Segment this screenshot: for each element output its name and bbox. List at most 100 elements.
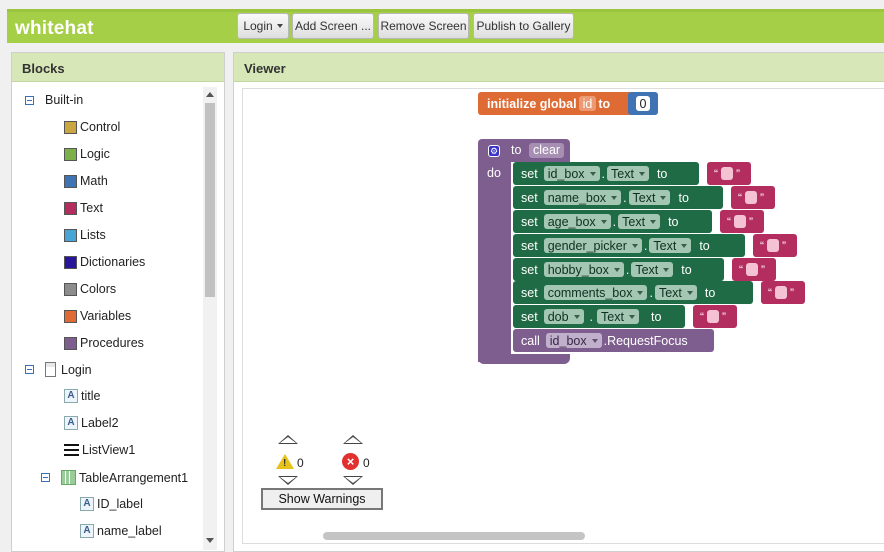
drawer-dictionaries[interactable]: Dictionaries [64, 255, 145, 269]
set-dob-text-block[interactable]: set dob . Text to [513, 305, 685, 328]
set-comments-box-text-block[interactable]: set comments_box . Text to [513, 281, 753, 304]
workspace-horizontal-scrollbar[interactable] [323, 532, 585, 540]
property-dropdown[interactable]: Text [607, 166, 649, 181]
empty-text-block[interactable]: “” [707, 162, 751, 185]
error-prev-arrow-icon[interactable] [343, 435, 363, 444]
initialize-global-block[interactable]: initialize global id to [478, 92, 632, 115]
property-dropdown[interactable]: Text [618, 214, 661, 229]
component-dropdown[interactable]: comments_box [543, 285, 648, 300]
quote-open: “ [727, 214, 731, 229]
drawer-text[interactable]: Text [64, 201, 103, 215]
set-label: set [521, 214, 538, 229]
login-screen-dropdown[interactable]: Login [237, 13, 289, 39]
global-var-name-field[interactable]: id [578, 96, 597, 111]
blocks-panel: Blocks Built-in Control Logic Math Text … [11, 52, 225, 552]
component-dropdown[interactable]: id_box [545, 333, 602, 348]
remove-screen-button[interactable]: Remove Screen [378, 13, 469, 39]
drawer-control[interactable]: Control [64, 120, 120, 134]
top-toolbar: whitehat Login Add Screen ... Remove Scr… [7, 9, 884, 43]
scroll-up-arrow-icon[interactable] [206, 92, 214, 97]
show-warnings-button[interactable]: Show Warnings [261, 488, 383, 510]
tree-builtin[interactable]: Built-in [25, 93, 83, 107]
mutator-gear-icon[interactable]: ⚙ [488, 145, 500, 157]
property-dropdown[interactable]: Text [597, 309, 639, 324]
empty-text-block[interactable]: “” [753, 234, 797, 257]
quote-close: ” [790, 285, 794, 300]
set-age-box-text-block[interactable]: set age_box . Text to [513, 210, 712, 233]
text-value-field[interactable] [775, 286, 787, 299]
warning-prev-arrow-icon[interactable] [278, 435, 298, 444]
drawer-math[interactable]: Math [64, 174, 108, 188]
quote-open: “ [739, 262, 743, 277]
text-swatch-icon [64, 201, 77, 215]
property-dropdown[interactable]: Text [631, 262, 674, 277]
set-label: set [521, 238, 538, 253]
tree-component-id-label[interactable]: A ID_label [80, 497, 143, 511]
tree-scrollbar[interactable] [203, 87, 217, 550]
text-value-field[interactable] [767, 239, 779, 252]
property-dropdown[interactable]: Text [654, 285, 697, 300]
tree-scrollbar-thumb[interactable] [205, 103, 215, 297]
error-next-arrow-icon[interactable] [343, 476, 363, 485]
text-value-field[interactable] [746, 263, 758, 276]
component-dropdown[interactable]: name_box [543, 190, 622, 205]
component-label: name_label [97, 524, 162, 538]
call-request-focus-block[interactable]: call id_box .RequestFocus [513, 329, 714, 352]
empty-text-block[interactable]: “” [693, 305, 737, 328]
drawer-label: Colors [80, 282, 117, 296]
blocks-workspace[interactable]: initialize global id to 0 ⚙ to clear do … [242, 88, 884, 544]
procedure-name-field[interactable]: clear [529, 143, 565, 158]
empty-text-block[interactable]: “” [720, 210, 764, 233]
set-name-box-text-block[interactable]: set name_box . Text to [513, 186, 723, 209]
tree-component-title[interactable]: Atitle [64, 389, 100, 403]
drawer-label: Control [80, 120, 121, 134]
dot-label: . [643, 238, 648, 253]
publish-to-gallery-button[interactable]: Publish to Gallery [473, 13, 574, 39]
empty-text-block[interactable]: “” [731, 186, 775, 209]
drawer-colors[interactable]: Colors [64, 282, 116, 296]
component-dropdown[interactable]: dob [543, 309, 584, 324]
text-value-field[interactable] [721, 167, 733, 180]
text-value-field[interactable] [707, 310, 719, 323]
number-value-field[interactable]: 0 [635, 96, 651, 111]
add-screen-button[interactable]: Add Screen ... [292, 13, 374, 39]
drawer-logic[interactable]: Logic [64, 147, 110, 161]
dot-label: . [623, 190, 627, 205]
drawer-lists[interactable]: Lists [64, 228, 106, 242]
property-dropdown[interactable]: Text [649, 238, 692, 253]
component-dropdown[interactable]: age_box [543, 214, 611, 229]
tree-component-tablearrangement1[interactable]: TableArrangement1 [41, 470, 188, 485]
component-dropdown[interactable]: id_box [543, 166, 600, 181]
empty-text-block[interactable]: “” [761, 281, 805, 304]
tree-component-listview1[interactable]: ListView1 [64, 443, 135, 457]
text-value-field[interactable] [734, 215, 746, 228]
drawer-procedures[interactable]: Procedures [64, 336, 144, 350]
set-gender-picker-text-block[interactable]: set gender_picker . Text to [513, 234, 745, 257]
warning-count: 0 [297, 456, 304, 470]
set-hobby-box-text-block[interactable]: set hobby_box . Text to [513, 258, 724, 281]
quote-open: “ [714, 166, 718, 181]
component-dropdown[interactable]: gender_picker [543, 238, 642, 253]
tree-screen-label: Login [61, 362, 92, 377]
tree-screen-login[interactable]: Login [25, 362, 92, 377]
viewer-panel: Viewer initialize global id to 0 ⚙ to cl… [233, 52, 884, 552]
collapse-icon[interactable] [25, 95, 34, 105]
collapse-icon[interactable] [41, 473, 50, 482]
init-global-label: initialize global [487, 96, 577, 111]
tree-component-name-label[interactable]: Aname_label [80, 524, 162, 538]
drawer-variables[interactable]: Variables [64, 309, 131, 323]
component-dropdown[interactable]: hobby_box [543, 262, 624, 277]
warning-next-arrow-icon[interactable] [278, 476, 298, 485]
collapse-icon[interactable] [25, 365, 34, 374]
text-value-field[interactable] [745, 191, 757, 204]
app-title: whitehat [15, 18, 94, 39]
scroll-down-arrow-icon[interactable] [206, 538, 214, 543]
chevron-down-icon [276, 24, 283, 28]
set-id-box-text-block[interactable]: set id_box . Text to [513, 162, 699, 185]
empty-text-block[interactable]: “” [732, 258, 776, 281]
number-block[interactable]: 0 [628, 92, 658, 115]
property-dropdown[interactable]: Text [628, 190, 671, 205]
tree-component-label2[interactable]: A Label2 [64, 416, 119, 430]
label-icon: A [64, 389, 78, 403]
component-label: ListView1 [82, 443, 136, 457]
